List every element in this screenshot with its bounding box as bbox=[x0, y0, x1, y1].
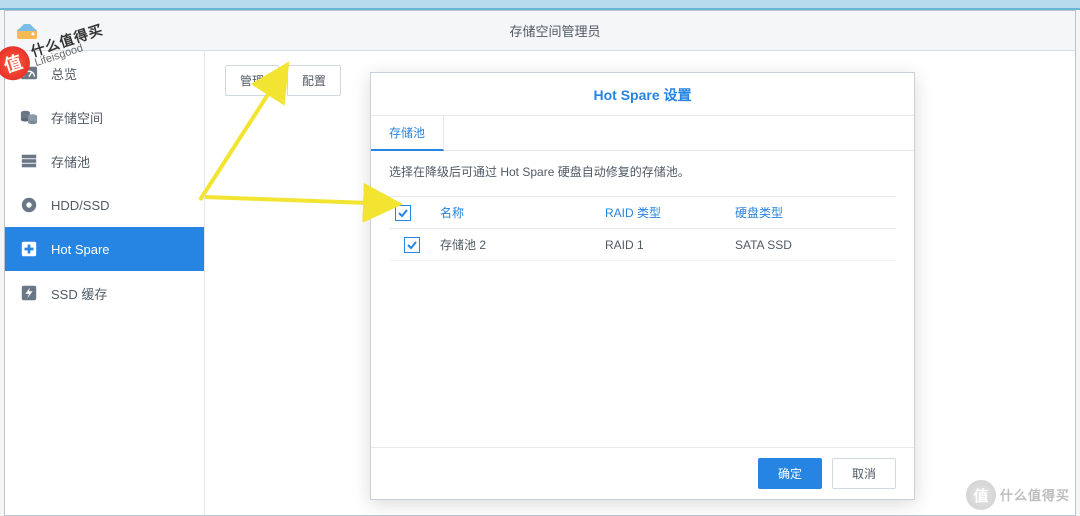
titlebar: 存储空间管理员 bbox=[5, 11, 1075, 51]
cylinders-icon bbox=[19, 107, 39, 127]
dialog-instruction: 选择在降级后可通过 Hot Spare 硬盘自动修复的存储池。 bbox=[389, 163, 896, 180]
manage-button[interactable]: 管理 bbox=[225, 65, 279, 96]
sidebar-item-ssd-cache[interactable]: SSD 缓存 bbox=[5, 271, 204, 315]
lightning-icon bbox=[19, 283, 39, 303]
ok-button[interactable]: 确定 bbox=[758, 458, 822, 489]
configure-button[interactable]: 配置 bbox=[287, 65, 341, 96]
col-name-header[interactable]: 名称 bbox=[434, 197, 599, 229]
dialog-tabs: 存储池 bbox=[371, 115, 914, 151]
sidebar-item-volume[interactable]: 存储空间 bbox=[5, 95, 204, 139]
sidebar-item-label: Hot Spare bbox=[51, 242, 110, 257]
table-row[interactable]: 存储池 2 RAID 1 SATA SSD bbox=[389, 229, 896, 261]
window-title: 存储空间管理员 bbox=[45, 21, 1065, 40]
gauge-icon bbox=[19, 63, 39, 83]
cell-disk: SATA SSD bbox=[729, 229, 896, 261]
sidebar-item-hot-spare[interactable]: Hot Spare bbox=[5, 227, 204, 271]
pool-table: 名称 RAID 类型 硬盘类型 存储池 2 RAID 1 SATA SSD bbox=[389, 196, 896, 261]
sidebar-item-label: 存储空间 bbox=[51, 108, 103, 127]
plus-box-icon bbox=[19, 239, 39, 259]
col-raid-header[interactable]: RAID 类型 bbox=[599, 197, 729, 229]
app-icon bbox=[15, 19, 39, 43]
row-checkbox[interactable] bbox=[404, 237, 420, 253]
bars-icon bbox=[19, 151, 39, 171]
dialog-footer: 确定 取消 bbox=[371, 447, 914, 499]
header-checkbox[interactable] bbox=[395, 205, 411, 221]
cell-name: 存储池 2 bbox=[434, 229, 599, 261]
sidebar-item-label: SSD 缓存 bbox=[51, 284, 107, 303]
cell-raid: RAID 1 bbox=[599, 229, 729, 261]
sidebar-item-label: 总览 bbox=[51, 64, 77, 83]
tab-storage-pool[interactable]: 存储池 bbox=[371, 116, 444, 151]
sidebar-item-pool[interactable]: 存储池 bbox=[5, 139, 204, 183]
dialog-body: 选择在降级后可通过 Hot Spare 硬盘自动修复的存储池。 名称 RAID … bbox=[371, 151, 914, 447]
col-disk-header[interactable]: 硬盘类型 bbox=[729, 197, 896, 229]
disc-icon bbox=[19, 195, 39, 215]
cancel-button[interactable]: 取消 bbox=[832, 458, 896, 489]
sidebar: 总览 存储空间 存储池 HDD/SSD Hot Spare SSD 缓存 bbox=[5, 51, 205, 515]
taskbar bbox=[0, 0, 1080, 10]
hot-spare-dialog: Hot Spare 设置 存储池 选择在降级后可通过 Hot Spare 硬盘自… bbox=[370, 72, 915, 500]
dialog-title: Hot Spare 设置 bbox=[371, 73, 914, 115]
sidebar-item-label: HDD/SSD bbox=[51, 198, 110, 213]
sidebar-item-hdd-ssd[interactable]: HDD/SSD bbox=[5, 183, 204, 227]
col-check-header bbox=[389, 197, 434, 229]
sidebar-item-label: 存储池 bbox=[51, 152, 90, 171]
sidebar-item-overview[interactable]: 总览 bbox=[5, 51, 204, 95]
